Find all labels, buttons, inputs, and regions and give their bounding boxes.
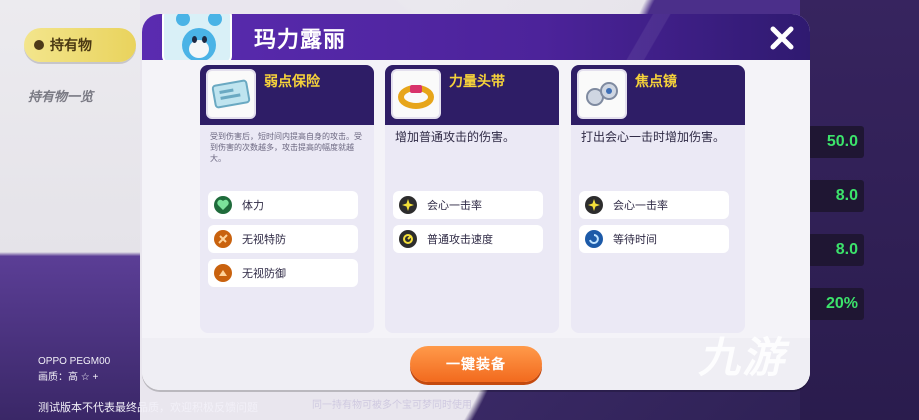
weakness-policy-icon	[206, 69, 256, 119]
ignore-def-icon	[214, 264, 232, 282]
item-stat-list: 会心一击率 等待时间	[571, 191, 745, 253]
attack-speed-icon	[399, 230, 417, 248]
crit-rate-icon	[585, 196, 603, 214]
muscle-band-icon	[391, 69, 441, 119]
pokemon-avatar	[162, 14, 232, 64]
item-description: 受到伤害后，短时间内提高自身的攻击。受到伤害的次数越多，攻击提高的幅度就越大。	[210, 132, 362, 163]
stat-label: 体力	[242, 200, 264, 212]
stat-label: 等待时间	[613, 234, 657, 246]
device-info: OPPO PEGM00 画质：高 ☆ +	[38, 354, 110, 386]
item-stat-list: 体力 无视特防 无视防御	[200, 191, 374, 287]
equip-all-button[interactable]: 一键装备	[410, 346, 542, 382]
held-item-card[interactable]: 焦点镜 打出会心一击时增加伤害。 会心一击率 等待时间	[571, 65, 745, 333]
bottom-hint: 同一持有物可被多个宝可梦同时使用	[312, 400, 472, 411]
close-icon	[770, 26, 794, 50]
item-card-header: 弱点保险	[200, 65, 374, 125]
stat-label: 无视特防	[242, 234, 286, 246]
stat-value: 8.0	[808, 180, 864, 212]
scope-lens-icon	[577, 69, 627, 119]
stat-label: 会心一击率	[613, 200, 668, 212]
device-model: OPPO PEGM00	[38, 356, 111, 367]
stat-label: 普通攻击速度	[427, 234, 493, 246]
held-items-list-tab[interactable]: 持有物一览	[28, 86, 93, 105]
item-description: 增加普通攻击的伤害。	[395, 130, 516, 144]
item-stat: 会心一击率	[579, 191, 729, 219]
stat-value: 8.0	[808, 234, 864, 266]
stat-value: 20%	[808, 288, 864, 320]
test-notice: 测试版本不代表最终品质，欢迎积极反馈问题	[38, 402, 258, 414]
stat-label: 无视防御	[242, 268, 286, 280]
item-stat: 体力	[208, 191, 358, 219]
cooldown-icon	[585, 230, 603, 248]
stats-column: 50.0 8.0 8.0 20%	[808, 126, 864, 342]
held-items-icon	[34, 40, 44, 50]
stat-label: 会心一击率	[427, 200, 482, 212]
item-name: 弱点保险	[264, 73, 320, 89]
held-items-button[interactable]: 持有物	[24, 28, 136, 62]
item-stat: 无视特防	[208, 225, 358, 253]
held-items-label: 持有物	[50, 37, 92, 53]
hp-icon	[214, 196, 232, 214]
watermark-logo: 九游	[696, 324, 794, 385]
held-item-card[interactable]: 力量头带 增加普通攻击的伤害。 会心一击率 普通攻击速度	[385, 65, 559, 333]
quality-setting: 画质：高 ☆ +	[38, 372, 99, 383]
ignore-sp-def-icon	[214, 230, 232, 248]
stat-value: 50.0	[808, 126, 864, 158]
equip-all-label: 一键装备	[446, 356, 506, 372]
modal-header: 玛力露丽	[142, 14, 810, 64]
item-stat: 等待时间	[579, 225, 729, 253]
item-stat: 普通攻击速度	[393, 225, 543, 253]
item-name: 焦点镜	[635, 73, 677, 89]
item-card-header: 焦点镜	[571, 65, 745, 125]
modal-title: 玛力露丽	[254, 27, 347, 52]
item-stat: 无视防御	[208, 259, 358, 287]
held-item-card[interactable]: 弱点保险 受到伤害后，短时间内提高自身的攻击。受到伤害的次数越多，攻击提高的幅度…	[200, 65, 374, 333]
item-card-header: 力量头带	[385, 65, 559, 125]
item-name: 力量头带	[449, 73, 505, 89]
item-stat-list: 会心一击率 普通攻击速度	[385, 191, 559, 253]
close-button[interactable]	[768, 24, 796, 52]
crit-rate-icon	[399, 196, 417, 214]
item-description: 打出会心一击时增加伤害。	[581, 130, 726, 144]
item-stat: 会心一击率	[393, 191, 543, 219]
watermark-text: 九游	[696, 334, 795, 381]
held-items-list-label: 持有物一览	[28, 89, 94, 104]
